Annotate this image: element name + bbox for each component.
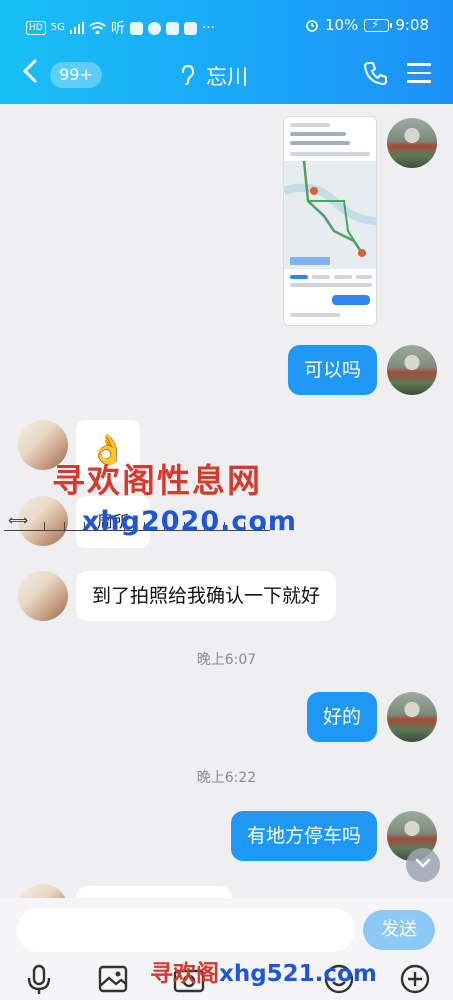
chat-app-icon bbox=[147, 21, 161, 35]
chevron-down-icon bbox=[415, 858, 431, 868]
app-icon bbox=[129, 21, 143, 35]
avatar[interactable] bbox=[387, 345, 437, 395]
map-screenshot-image[interactable] bbox=[283, 116, 377, 326]
image-icon[interactable] bbox=[96, 962, 130, 996]
message-bubble[interactable]: 有地方停车吗 bbox=[230, 811, 377, 861]
chevron-left-icon bbox=[23, 59, 37, 83]
message-bubble[interactable]: 好的 bbox=[306, 692, 377, 742]
status-right: 10% ⚡ 9:08 bbox=[305, 16, 429, 34]
hamburger-menu-icon[interactable] bbox=[407, 63, 431, 89]
more-dots: ··· bbox=[201, 20, 216, 36]
signal-icon bbox=[69, 22, 84, 34]
watermark-footer-blue: xhg521.com bbox=[219, 961, 377, 987]
message-bubble[interactable]: 可以吗 bbox=[287, 345, 377, 395]
call-button[interactable] bbox=[363, 60, 389, 90]
avatar[interactable] bbox=[18, 571, 68, 621]
send-button[interactable]: 发送 bbox=[363, 910, 435, 950]
battery-percent: 10% bbox=[324, 16, 359, 34]
hd-indicator: HD bbox=[26, 21, 46, 35]
battery-icon: ⚡ bbox=[364, 18, 393, 32]
contact-name: 忘川 bbox=[206, 65, 248, 89]
message-bubble-partial[interactable] bbox=[76, 886, 232, 898]
video-app-icon bbox=[183, 21, 197, 35]
timestamp: 晚上6:22 bbox=[196, 770, 257, 786]
watermark-text: 寻欢阁性息网 bbox=[52, 461, 262, 500]
signal-type: 5G bbox=[50, 22, 65, 33]
navigate-button bbox=[332, 295, 370, 305]
watermark-url: xhg2020.com bbox=[82, 506, 298, 537]
phone-icon bbox=[364, 62, 387, 85]
clock: 9:08 bbox=[395, 16, 429, 34]
message-bubble[interactable]: 到了拍照给我确认一下就好 bbox=[76, 571, 337, 621]
timestamp: 晚上6:07 bbox=[196, 652, 257, 668]
avatar[interactable] bbox=[387, 118, 437, 168]
chat-header: HD 5G 听 ··· 10% ⚡ 9:08 99+ 忘川 bbox=[0, 0, 453, 104]
avatar[interactable] bbox=[387, 692, 437, 742]
message-input[interactable] bbox=[17, 908, 355, 952]
status-bar: HD 5G 听 ··· 10% ⚡ 9:08 bbox=[0, 0, 453, 52]
map-view bbox=[284, 160, 376, 269]
add-icon[interactable] bbox=[398, 962, 432, 996]
status-left: HD 5G 听 ··· bbox=[26, 18, 215, 38]
wifi-icon bbox=[89, 21, 106, 34]
avatar[interactable] bbox=[18, 884, 68, 898]
microphone-icon[interactable] bbox=[22, 962, 56, 996]
title-bar: 99+ 忘川 bbox=[0, 52, 453, 104]
unread-badge[interactable]: 99+ bbox=[50, 62, 102, 88]
ear-icon bbox=[180, 64, 196, 91]
message-list[interactable]: 可以吗 👌 周所 寻欢阁性息网 ⟺ xhg2020.com 到了拍照给我确认一下… bbox=[0, 104, 453, 898]
back-button[interactable] bbox=[22, 58, 38, 90]
app-label: 听 bbox=[110, 21, 125, 37]
watermark-footer: 寻欢阁xhg521.com bbox=[150, 954, 377, 988]
shop-app-icon bbox=[165, 21, 179, 35]
alarm-icon bbox=[306, 20, 318, 32]
route-panel bbox=[284, 269, 376, 325]
watermark-footer-red: 寻欢阁 bbox=[150, 961, 219, 987]
composer: 发送 bbox=[0, 898, 453, 958]
scroll-down-button[interactable] bbox=[406, 848, 440, 882]
